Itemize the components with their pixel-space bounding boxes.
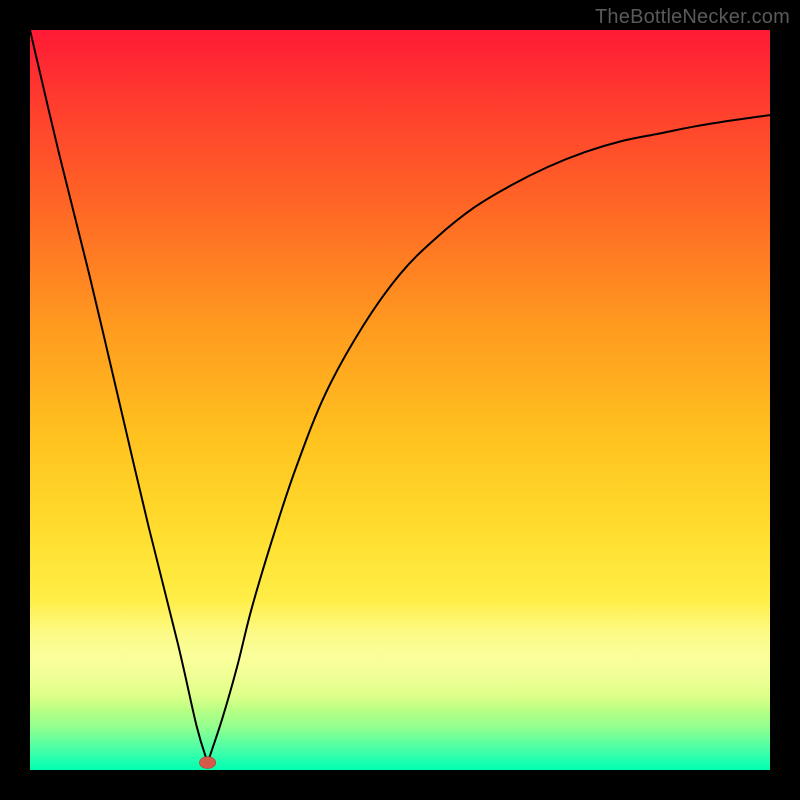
left-branch-line <box>30 30 208 763</box>
plot-area <box>30 30 770 770</box>
right-branch-line <box>208 115 770 763</box>
watermark-text: TheBottleNecker.com <box>595 6 790 29</box>
chart-svg <box>30 30 770 770</box>
vertex-marker <box>199 757 215 769</box>
chart-frame: TheBottleNecker.com <box>0 0 800 800</box>
